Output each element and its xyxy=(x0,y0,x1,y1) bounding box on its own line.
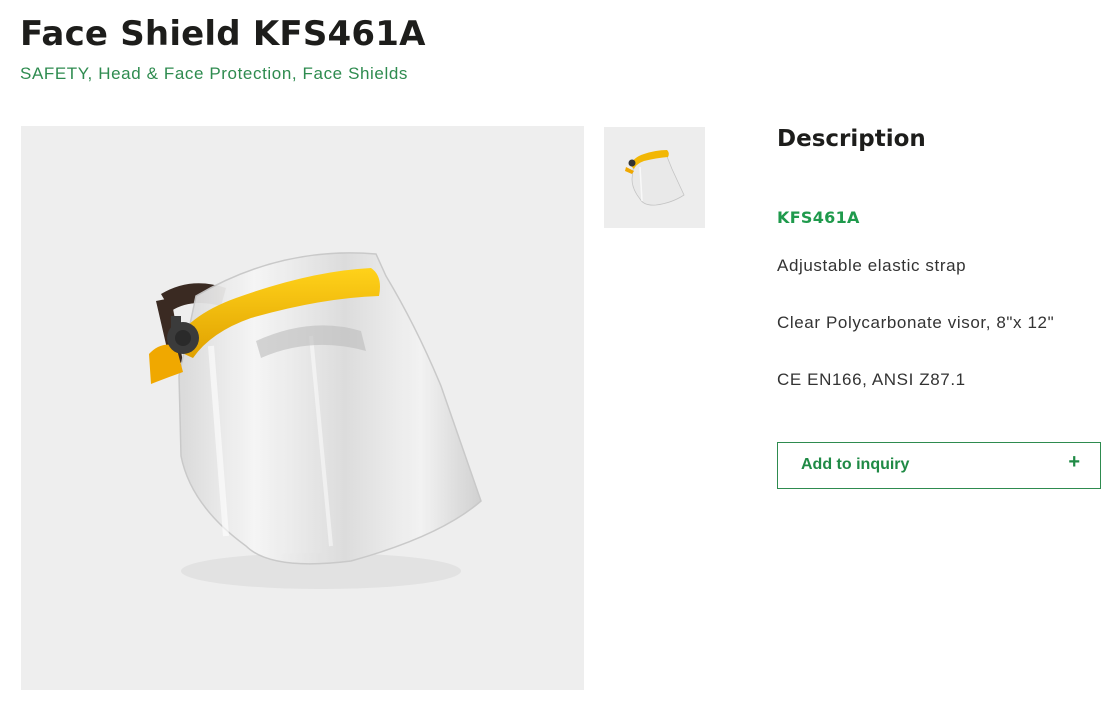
face-shield-thumbnail-image xyxy=(625,150,685,206)
feature-item: CE EN166, ANSI Z87.1 xyxy=(777,370,966,389)
add-to-inquiry-label: Add to inquiry xyxy=(801,456,910,473)
breadcrumb-item-face-shields[interactable]: Face Shields xyxy=(303,64,408,83)
description-heading: Description xyxy=(777,126,926,152)
product-thumbnail[interactable] xyxy=(604,127,705,228)
breadcrumb-separator: , xyxy=(87,64,99,83)
feature-item: Adjustable elastic strap xyxy=(777,256,967,275)
breadcrumb-item-head-face-protection[interactable]: Head & Face Protection xyxy=(98,64,292,83)
feature-item: Clear Polycarbonate visor, 8"x 12" xyxy=(777,313,1055,332)
product-sku: KFS461A xyxy=(777,208,860,227)
product-page: Face Shield KFS461A SAFETY, Head & Face … xyxy=(0,0,1112,702)
plus-icon: + xyxy=(1068,451,1080,473)
description-section: Description KFS461A Adjustable elastic s… xyxy=(777,126,1102,389)
breadcrumb: SAFETY, Head & Face Protection, Face Shi… xyxy=(20,64,408,84)
page-title: Face Shield KFS461A xyxy=(20,14,426,54)
product-main-image[interactable] xyxy=(21,126,584,690)
add-to-inquiry-button[interactable]: Add to inquiry + xyxy=(777,442,1101,489)
breadcrumb-item-safety[interactable]: SAFETY xyxy=(20,64,88,83)
face-shield-illustration xyxy=(149,252,482,589)
breadcrumb-separator: , xyxy=(291,64,303,83)
